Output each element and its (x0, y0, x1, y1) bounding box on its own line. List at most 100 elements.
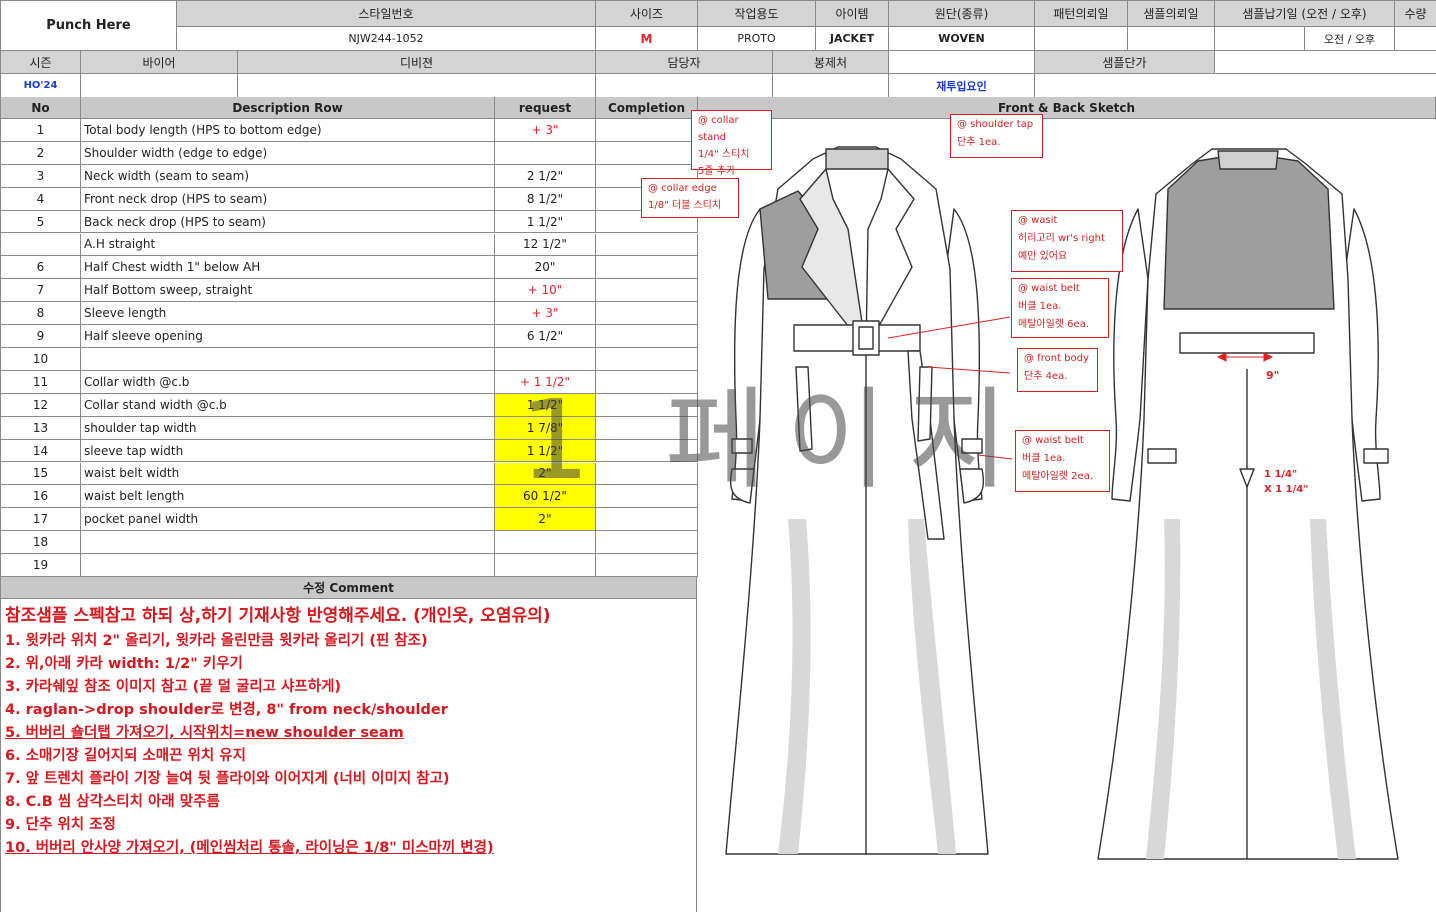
note-line: 단추 1ea. (957, 137, 1001, 148)
note-line: 메탈아일렛 2ea. (1022, 471, 1093, 482)
row-completion[interactable] (596, 325, 698, 348)
note-collar-stand: @ collar stand 1/4" 스티치 5줄 추가 (691, 110, 772, 177)
row-request[interactable]: 12 1/2" (495, 233, 596, 257)
row-request[interactable]: 6 1/2" (495, 325, 596, 348)
note-collar-edge: @ collar edge 1/8" 더블 스티치 (641, 178, 739, 218)
punch-area: Punch Here (1, 1, 177, 51)
note-shoulder-tap: @ shoulder tap 단추 1ea. (950, 114, 1043, 158)
purpose-value: PROTO (698, 27, 816, 51)
sketch-title: Front & Back Sketch (697, 97, 1436, 119)
reinput-label: 재투입요인 (889, 74, 1035, 98)
row-description (81, 531, 495, 555)
row-number: 13 (1, 416, 81, 440)
comment-line: 2. 위,아래 카라 width: 1/2" 키우기 (5, 656, 243, 672)
comment-line: 4. raglan->drop shoulder로 변경, 8" from ne… (5, 702, 448, 718)
comment-line: 5. 버버리 숄더탭 가져오기, 시작위치=new shoulder seam (5, 725, 404, 741)
row-request[interactable]: 1 1/2" (495, 210, 596, 234)
row-request[interactable]: + 3" (495, 119, 596, 142)
row-request[interactable]: + 10" (495, 279, 596, 303)
item-value: JACKET (816, 27, 889, 51)
pattern-date-value[interactable] (1035, 27, 1128, 51)
row-completion[interactable] (596, 256, 698, 280)
note-line: 1/4" 스티치 (698, 149, 750, 160)
row-description: Half Chest width 1" below AH (81, 256, 495, 280)
row-number: 1 (1, 119, 81, 142)
row-completion[interactable] (596, 233, 698, 257)
note-waist-belt-1: @ waist belt 버클 1ea. 메탈아일렛 6ea. (1011, 278, 1109, 338)
row-request[interactable] (495, 141, 596, 165)
note-line: @ waist belt (1018, 283, 1080, 294)
row-request[interactable] (495, 554, 596, 577)
row-description: Back neck drop (HPS to seam) (81, 210, 495, 234)
sample-due-blank[interactable] (1215, 27, 1305, 51)
row-completion[interactable] (596, 141, 698, 165)
row-request[interactable] (495, 531, 596, 555)
row-request[interactable]: 2 1/2" (495, 164, 596, 188)
row-completion[interactable] (596, 279, 698, 303)
row-description: A.H straight (81, 233, 495, 257)
sample-request-label: 샘플의뢰일 (1128, 1, 1215, 27)
row-description: Total body length (HPS to bottom edge) (81, 119, 495, 142)
division-value[interactable] (238, 74, 596, 98)
back-belt-measure: 9" (1266, 369, 1279, 382)
row-number: 17 (1, 508, 81, 532)
sample-due-value: 오전 / 오후 (1305, 27, 1395, 51)
buyer-value[interactable] (81, 74, 238, 98)
row-completion[interactable] (596, 302, 698, 326)
note-front-body: @ front body 단추 4ea. (1017, 348, 1098, 392)
note-line: 버클 1ea. (1022, 453, 1066, 464)
style-no-value: NJW244-1052 (177, 27, 596, 51)
row-number: 18 (1, 531, 81, 555)
col-completion-header: Completion (596, 97, 698, 119)
comment-line: 9. 단추 위치 조정 (5, 817, 116, 833)
note-line: @ shoulder tap (957, 119, 1034, 130)
row-description: Neck width (seam to seam) (81, 164, 495, 188)
row-description: Front neck drop (HPS to seam) (81, 187, 495, 211)
row-number: 6 (1, 256, 81, 280)
row-number: 2 (1, 141, 81, 165)
qty-value[interactable] (1395, 27, 1436, 51)
sample-request-value[interactable] (1128, 27, 1215, 51)
row-number: 14 (1, 439, 81, 463)
blank-cell-2 (1035, 74, 1436, 98)
style-no-label: 스타일번호 (177, 1, 596, 27)
row-number: 16 (1, 485, 81, 509)
row-completion[interactable] (596, 119, 698, 142)
row-number: 3 (1, 164, 81, 188)
row-completion[interactable] (596, 531, 698, 555)
row-completion[interactable] (596, 554, 698, 577)
sample-price-value[interactable] (1215, 51, 1436, 74)
row-completion[interactable] (596, 508, 698, 532)
row-request[interactable]: + 3" (495, 302, 596, 326)
row-number: 12 (1, 393, 81, 417)
row-description: Collar stand width @c.b (81, 393, 495, 417)
manager-value[interactable] (596, 74, 773, 98)
note-line: @ front body (1024, 353, 1089, 364)
sample-due-label: 샘플납기일 (오전 / 오후) (1215, 1, 1395, 27)
row-description (81, 554, 495, 577)
row-description: waist belt length (81, 485, 495, 509)
note-line: @ collar stand (698, 115, 739, 143)
col-request-header: request (495, 97, 596, 119)
row-number: 5 (1, 210, 81, 234)
comment-line: 6. 소매기장 길어지되 소매끈 위치 유지 (5, 748, 246, 764)
col-desc-header: Description Row (81, 97, 495, 119)
comment-line: 7. 앞 트렌치 플라이 기장 늘여 뒷 플라이와 이어지게 (너비 이미지 참… (5, 771, 450, 787)
row-request[interactable]: 8 1/2" (495, 187, 596, 211)
sewing-label: 봉제처 (773, 51, 889, 74)
row-description: Sleeve length (81, 302, 495, 326)
note-line: 메탈아일렛 6ea. (1018, 319, 1089, 330)
row-description: Half Bottom sweep, straight (81, 279, 495, 303)
sample-price-label: 샘플단가 (1035, 51, 1215, 74)
cb-pleat-measure-1: 1 1/4" (1264, 469, 1297, 480)
row-request[interactable]: 2" (495, 508, 596, 532)
comment-line: 10. 버버리 안사양 가져오기, (메인씸처리 통솔, 라이닝은 1/8" 미… (5, 840, 494, 856)
sewing-value[interactable] (773, 74, 889, 98)
qty-label: 수량 (1395, 1, 1436, 27)
row-number: 4 (1, 187, 81, 211)
row-description: sleeve tap width (81, 439, 495, 463)
row-request[interactable]: 20" (495, 256, 596, 280)
cb-pleat-measure-2: X 1 1/4" (1264, 484, 1308, 495)
note-line: @ collar edge (648, 183, 717, 194)
row-number: 8 (1, 302, 81, 326)
